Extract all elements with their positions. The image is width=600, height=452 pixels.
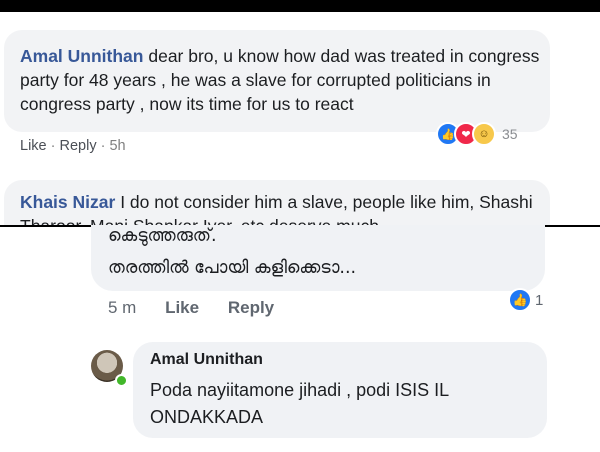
comment-body-line: തരത്തിൽ പോയി കളിക്കെടാ... (108, 258, 357, 278)
separator-dot: · (50, 138, 60, 154)
like-link[interactable]: Like (20, 138, 47, 154)
comment-author-link[interactable]: Khais Nizar (20, 192, 115, 212)
comment-body: Poda nayiitamone jihadi , podi ISIS IL O… (150, 380, 449, 427)
comment-body-line: കെടുത്തരുത്. (108, 226, 217, 246)
comment-author-link[interactable]: Amal Unnithan (150, 351, 263, 369)
comment-actions: Like · Reply · 5h (20, 138, 126, 154)
like-link[interactable]: Like (165, 298, 199, 317)
comment-actions: 5 m Like Reply (108, 298, 274, 318)
top-black-bar (0, 0, 600, 12)
comment-text: Amal Unnithan dear bro, u know how dad w… (20, 44, 545, 116)
comment-text: Khais Nizar I do not consider him a slav… (20, 190, 540, 225)
reply-link[interactable]: Reply (228, 298, 274, 317)
reaction-summary[interactable]: 👍 ❤ ☺ 35 (436, 122, 518, 146)
reaction-count: 1 (535, 291, 544, 309)
like-icon: 👍 (508, 288, 532, 312)
comment-timestamp[interactable]: 5 m (108, 298, 136, 317)
haha-icon: ☺ (472, 122, 496, 146)
online-status-dot (115, 374, 128, 387)
reaction-summary[interactable]: 👍 1 (508, 288, 543, 312)
comment-timestamp[interactable]: 5h (109, 138, 125, 154)
reaction-count: 35 (502, 126, 518, 142)
reply-link[interactable]: Reply (60, 138, 97, 154)
comment-author-link[interactable]: Amal Unnithan (20, 46, 143, 66)
